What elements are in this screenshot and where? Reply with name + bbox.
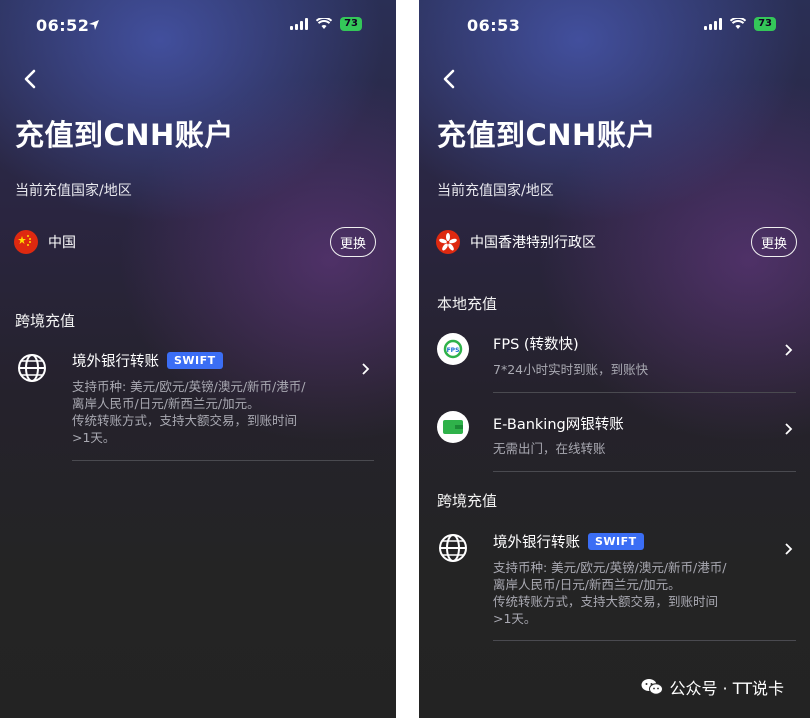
wechat-icon (641, 679, 664, 695)
phone-screen-left: 06:52 73 充值到CNH账户 当前充值国家/地区 中国 更换 跨境充值 境… (0, 0, 396, 718)
cellular-signal-icon (290, 18, 309, 30)
region-name: 中国香港特别行政区 (470, 235, 596, 251)
status-indicators: 73 (290, 17, 362, 31)
fps-icon: FPS (437, 333, 469, 365)
cross-border-section-label: 跨境充值 (15, 312, 76, 330)
ebanking-icon (437, 411, 469, 443)
current-region-label: 当前充值国家/地区 (437, 183, 554, 199)
item-description: 支持币种: 美元/欧元/英镑/澳元/新币/港币/ (493, 560, 727, 575)
status-time: 06:53 (467, 16, 521, 35)
wifi-icon (730, 18, 747, 29)
page-title: 充值到CNH账户 (437, 118, 656, 152)
list-item-swift[interactable]: 境外银行转账 SWIFT 支持币种: 美元/欧元/英镑/澳元/新币/港币/ 离岸… (419, 520, 810, 642)
wechat-account-watermark: 公众号 · TT说卡 (641, 675, 784, 699)
battery-icon: 73 (754, 17, 776, 31)
change-region-button[interactable]: 更换 (751, 227, 797, 257)
divider (72, 460, 374, 461)
item-title: FPS (转数快) (493, 337, 579, 353)
current-region-label: 当前充值国家/地区 (15, 183, 132, 199)
list-item-ebanking[interactable]: E-Banking网银转账 无需出门，在线转账 (419, 403, 810, 473)
phone-screen-right: 06:53 73 充值到CNH账户 当前充值国家/地区 中国香港特别行政区 更换… (419, 0, 810, 718)
globe-icon (437, 532, 469, 564)
item-description: 离岸人民币/日元/新西兰元/加元。 (493, 577, 681, 592)
back-chevron-icon[interactable] (437, 66, 463, 92)
change-region-button[interactable]: 更换 (330, 227, 376, 257)
location-arrow-icon (89, 20, 99, 30)
item-description: 传统转账方式，支持大额交易，到账时间 (493, 594, 719, 609)
item-title: 境外银行转账 (493, 535, 580, 551)
item-title: E-Banking网银转账 (493, 417, 624, 433)
battery-icon: 73 (340, 17, 362, 31)
item-description: 传统转账方式，支持大额交易，到账时间 (72, 413, 298, 428)
item-description: 7*24小时实时到账，到账快 (493, 362, 649, 377)
region-name: 中国 (48, 235, 76, 251)
swift-badge: SWIFT (588, 533, 644, 550)
status-time: 06:52 (36, 16, 90, 35)
chevron-right-icon (785, 423, 793, 435)
item-description: >1天。 (72, 430, 116, 445)
local-section-label: 本地充值 (437, 295, 498, 313)
list-item-fps[interactable]: FPS FPS (转数快) 7*24小时实时到账，到账快 (419, 325, 810, 393)
status-indicators: 73 (704, 17, 776, 31)
item-description: 无需出门，在线转账 (493, 441, 606, 456)
page-title: 充值到CNH账户 (15, 118, 234, 152)
cross-border-section-label: 跨境充值 (437, 492, 498, 510)
item-description: >1天。 (493, 611, 537, 626)
cellular-signal-icon (704, 18, 723, 30)
svg-text:FPS: FPS (447, 347, 460, 354)
globe-icon (16, 352, 48, 384)
hong-kong-flag-icon (436, 230, 460, 254)
list-item-swift[interactable]: 境外银行转账 SWIFT 支持币种: 美元/欧元/英镑/澳元/新币/港币/ 离岸… (0, 340, 396, 462)
divider (493, 471, 796, 472)
footer-brand: 公众号 · TT说卡 (669, 679, 784, 698)
chevron-right-icon (785, 543, 793, 555)
item-description: 支持币种: 美元/欧元/英镑/澳元/新币/港币/ (72, 379, 306, 394)
item-title: 境外银行转账 (72, 354, 159, 370)
chevron-right-icon (785, 344, 793, 356)
chevron-right-icon (362, 363, 370, 375)
current-region: 中国 (14, 230, 76, 254)
swift-badge: SWIFT (167, 352, 223, 369)
back-chevron-icon[interactable] (18, 66, 44, 92)
divider (493, 392, 796, 393)
divider (493, 640, 796, 641)
china-flag-icon (14, 230, 38, 254)
item-description: 离岸人民币/日元/新西兰元/加元。 (72, 396, 260, 411)
wifi-icon (316, 18, 333, 29)
current-region: 中国香港特别行政区 (436, 230, 596, 254)
